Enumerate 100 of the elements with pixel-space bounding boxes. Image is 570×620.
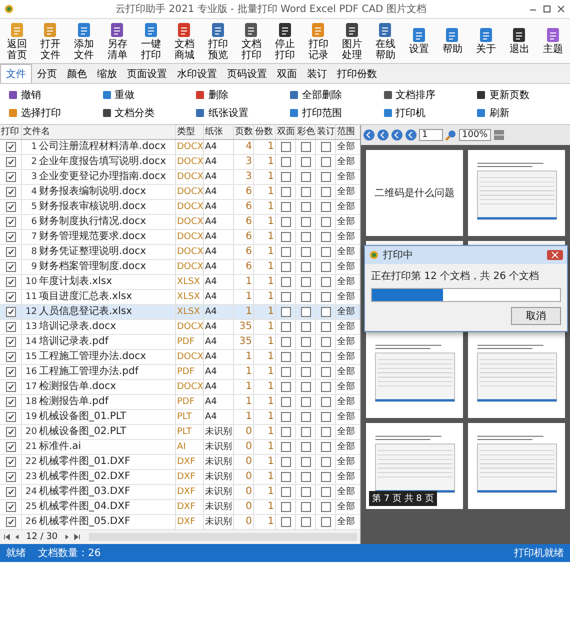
layout-icon[interactable] <box>492 129 505 141</box>
checkbox[interactable] <box>280 142 290 152</box>
checkbox[interactable] <box>300 187 310 197</box>
checkbox[interactable] <box>320 247 330 257</box>
ribbon-tab[interactable]: 颜色 <box>62 64 92 83</box>
checkbox[interactable] <box>300 202 310 212</box>
ribbon-tab[interactable]: 缩放 <box>92 64 122 83</box>
checkbox[interactable] <box>300 217 310 227</box>
first-page-icon[interactable] <box>3 533 11 541</box>
checkbox[interactable] <box>280 157 290 167</box>
column-header[interactable]: 页数 <box>234 125 254 139</box>
column-header[interactable]: 类型 <box>176 125 204 139</box>
checkbox[interactable] <box>6 427 16 437</box>
checkbox[interactable] <box>320 352 330 362</box>
checkbox[interactable] <box>6 502 16 512</box>
table-row[interactable]: 5 财务报表审核说明.docx DOCX A4 6 1 全部 <box>0 200 360 215</box>
checkbox[interactable] <box>280 427 290 437</box>
ribbon-button[interactable]: 撤销 <box>6 87 96 103</box>
checkbox[interactable] <box>320 457 330 467</box>
checkbox[interactable] <box>280 457 290 467</box>
toolbar-button[interactable]: 文档商城 <box>168 19 201 63</box>
checkbox[interactable] <box>280 262 290 272</box>
toolbar-button[interactable]: 打印预览 <box>201 19 234 63</box>
checkbox[interactable] <box>300 262 310 272</box>
ribbon-button[interactable]: 刷新 <box>474 105 564 121</box>
checkbox[interactable] <box>280 337 290 347</box>
checkbox[interactable] <box>320 382 330 392</box>
checkbox[interactable] <box>280 412 290 422</box>
checkbox[interactable] <box>280 187 290 197</box>
checkbox[interactable] <box>300 247 310 257</box>
checkbox[interactable] <box>280 397 290 407</box>
next-icon[interactable] <box>62 533 71 541</box>
table-row[interactable]: 16 工程施工管理办法.pdf PDF A4 1 1 全部 <box>0 365 360 380</box>
checkbox[interactable] <box>280 352 290 362</box>
page-thumbnail[interactable]: 二维码是什么问题 <box>366 150 463 236</box>
last-page-icon[interactable] <box>72 533 81 541</box>
ribbon-button[interactable]: 全部删除 <box>286 87 377 103</box>
checkbox[interactable] <box>320 172 330 182</box>
checkbox[interactable] <box>6 397 16 407</box>
ribbon-tab[interactable]: 分页 <box>32 64 62 83</box>
toolbar-button[interactable]: 文档打印 <box>234 19 268 63</box>
table-row[interactable]: 19 机械设备图_01.PLT PLT A4 1 1 全部 <box>0 410 360 425</box>
close-icon[interactable] <box>547 250 563 260</box>
toolbar-button[interactable]: 另存清单 <box>100 19 134 63</box>
table-row[interactable]: 13 培训记录表.docx DOCX A4 35 1 全部 <box>0 320 360 335</box>
checkbox[interactable] <box>6 202 16 212</box>
checkbox[interactable] <box>6 352 16 362</box>
ribbon-tab[interactable]: 打印份数 <box>332 64 382 83</box>
page-thumbnail[interactable] <box>468 150 565 236</box>
checkbox[interactable] <box>300 292 310 302</box>
checkbox[interactable] <box>280 247 290 257</box>
zoom-icon[interactable] <box>445 129 457 141</box>
navigation-icon[interactable] <box>377 129 389 141</box>
ribbon-tab[interactable]: 双面 <box>272 64 302 83</box>
checkbox[interactable] <box>300 397 310 407</box>
checkbox[interactable] <box>320 277 330 287</box>
checkbox[interactable] <box>320 217 330 227</box>
checkbox[interactable] <box>320 292 330 302</box>
checkbox[interactable] <box>300 472 310 482</box>
page-thumbnail[interactable] <box>468 332 565 418</box>
previous-icon[interactable] <box>13 533 21 541</box>
checkbox[interactable] <box>320 187 330 197</box>
table-row[interactable]: 24 机械零件图_03.DXF DXF 未识别 0 1 全部 <box>0 485 360 500</box>
table-row[interactable]: 3 企业变更登记办理指南.docx DOCX A4 3 1 全部 <box>0 170 360 185</box>
checkbox[interactable] <box>280 322 290 332</box>
column-header[interactable]: 纸张 <box>204 125 234 139</box>
maximize-icon[interactable] <box>542 4 552 14</box>
zoom-field[interactable]: 100% <box>459 129 491 141</box>
toolbar-button[interactable]: 添加文件 <box>67 19 100 63</box>
checkbox[interactable] <box>300 232 310 242</box>
checkbox[interactable] <box>280 217 290 227</box>
checkbox[interactable] <box>6 412 16 422</box>
checkbox[interactable] <box>280 487 290 497</box>
checkbox[interactable] <box>6 277 16 287</box>
checkbox[interactable] <box>320 472 330 482</box>
table-row[interactable]: 20 机械设备图_02.PLT PLT 未识别 0 1 全部 <box>0 425 360 440</box>
ribbon-tab[interactable]: 文件 <box>0 64 32 83</box>
checkbox[interactable] <box>6 217 16 227</box>
ribbon-button[interactable]: 更新页数 <box>474 87 564 103</box>
checkbox[interactable] <box>280 232 290 242</box>
checkbox[interactable] <box>320 427 330 437</box>
checkbox[interactable] <box>6 262 16 272</box>
checkbox[interactable] <box>6 487 16 497</box>
table-row[interactable]: 9 财务档案管理制度.docx DOCX A4 6 1 全部 <box>0 260 360 275</box>
checkbox[interactable] <box>320 262 330 272</box>
ribbon-tab[interactable]: 页码设置 <box>222 64 272 83</box>
navigation-icon[interactable] <box>391 129 403 141</box>
checkbox[interactable] <box>280 292 290 302</box>
toolbar-button[interactable]: 帮助 <box>436 19 469 63</box>
table-row[interactable]: 4 财务报表编制说明.docx DOCX A4 6 1 全部 <box>0 185 360 200</box>
checkbox[interactable] <box>300 457 310 467</box>
checkbox[interactable] <box>280 172 290 182</box>
checkbox[interactable] <box>300 502 310 512</box>
checkbox[interactable] <box>6 172 16 182</box>
checkbox[interactable] <box>320 232 330 242</box>
checkbox[interactable] <box>300 427 310 437</box>
checkbox[interactable] <box>320 142 330 152</box>
checkbox[interactable] <box>6 292 16 302</box>
checkbox[interactable] <box>320 487 330 497</box>
checkbox[interactable] <box>6 472 16 482</box>
